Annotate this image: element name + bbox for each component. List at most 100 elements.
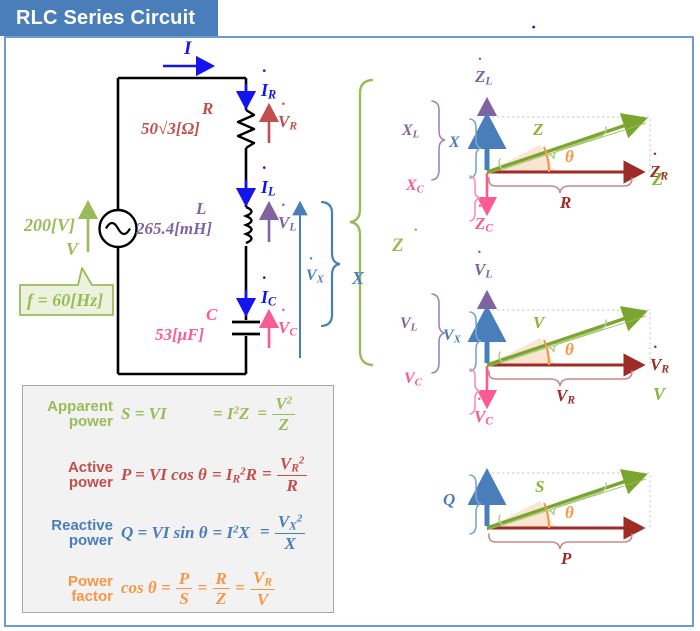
label-current-L-sub: L <box>268 184 276 199</box>
power-Q-label: Q <box>443 490 456 509</box>
formula-mid-active: = IR2R <box>212 465 257 486</box>
voltage-VC-symbol: V <box>474 407 485 426</box>
formula-pf-frac3: VR V <box>250 568 276 610</box>
voltage-VR-brace-label: VR <box>556 386 575 407</box>
power-S-label: S <box>535 477 545 496</box>
voltage-VL-brace-symbol: V <box>400 315 411 332</box>
label-voltage-R-sub: R <box>289 119 298 133</box>
formula-panel: Apparent power S = VI = I2Z = V2 Z Activ… <box>22 385 334 613</box>
label-current-C-sub: C <box>268 294 277 309</box>
voltage-resultant-label: V <box>653 384 700 405</box>
formula-pf-frac2: R Z <box>212 569 230 610</box>
label-resistor-value: 50√3[Ω] <box>141 119 200 138</box>
impedance-XC-symbol: X <box>406 177 417 194</box>
formula-tag-active-line2: power <box>68 474 113 492</box>
label-voltage-L: VL <box>278 213 296 234</box>
impedance-X-brace-label: X <box>449 134 460 151</box>
voltage-VX-brace-symbol: V <box>443 327 454 344</box>
formula-frac-apparent: = V2 Z <box>257 394 296 435</box>
label-frequency: f = 60[Hz] <box>27 290 104 310</box>
formula-mid-active-sub: R <box>232 472 241 486</box>
label-source-symbol: V <box>66 239 700 260</box>
formula-frac-reactive: = VX2 X <box>260 512 306 554</box>
impedance-axis-down-label: ZC <box>475 214 493 235</box>
label-voltage-L-sub: L <box>289 220 297 234</box>
label-voltage-C-symbol: V <box>278 318 289 337</box>
label-inductor-value: 265.4[mH] <box>136 219 213 238</box>
formula-frac-active-den: R <box>286 475 298 495</box>
impedance-phasor-diagram <box>431 96 651 222</box>
voltage-VR-brace-sub: R <box>567 393 576 407</box>
formula-tag-apparent-line2: power <box>68 413 113 431</box>
impedance-theta-label: θ <box>565 147 574 166</box>
formula-frac-apparent-den: Z <box>278 414 289 434</box>
formula-mid-active-text: = I <box>211 464 233 484</box>
voltage-VL-brace-sub: L <box>410 321 418 334</box>
formula-pf-eq2: = <box>235 578 245 598</box>
power-P-label: P <box>561 549 572 568</box>
formula-row-active: Active power P = VI cos θ = IR2R = VR2 R <box>29 454 308 496</box>
label-x-brace: X <box>352 268 365 288</box>
formula-frac-reactive-num: VX2 <box>274 512 306 534</box>
formula-tag-reactive: Reactive power <box>29 518 113 549</box>
label-resistor-name: R <box>202 99 214 118</box>
impedance-axis-up-label: ZL <box>475 67 492 88</box>
label-current-C-symbol: I <box>261 287 268 307</box>
voltage-VC-sub: C <box>485 414 494 428</box>
formula-pf-frac3-num: VR <box>250 568 276 590</box>
voltage-VC-brace-sub: C <box>414 376 422 389</box>
impedance-XL-brace-label: XL <box>402 122 419 140</box>
formula-mid-apparent-text: = I <box>213 404 234 424</box>
formula-frac-apparent-body: V2 Z <box>272 394 296 435</box>
formula-mid-active-tail: R <box>245 464 257 484</box>
label-inductor-name: L <box>196 199 207 218</box>
voltage-VR-symbol: V <box>650 355 661 374</box>
label-voltage-R: VR <box>278 112 297 133</box>
formula-frac-active: = VR2 R <box>262 454 308 496</box>
formula-frac-reactive-den: X <box>284 533 296 553</box>
label-capacitor-name: C <box>206 305 218 324</box>
voltage-axis-down-label: VC <box>474 407 493 428</box>
formula-frac-active-eq: = <box>261 464 272 484</box>
label-current-L: IL <box>261 177 276 200</box>
voltage-magnitude-label: V <box>533 313 545 332</box>
formula-tag-power-factor: Power factor <box>29 574 113 605</box>
label-capacitor-value: 53[μF] <box>155 325 205 344</box>
formula-row-apparent: Apparent power S = VI = I2Z = V2 Z <box>29 394 296 435</box>
formula-tag-active: Active power <box>29 460 113 491</box>
label-current-L-symbol: I <box>261 177 268 197</box>
impedance-ZL-sub: L <box>485 74 493 88</box>
formula-frac-apparent-num: V2 <box>272 394 296 415</box>
formula-pf-expression: cos θ = P S = R Z = VR V <box>121 568 276 610</box>
impedance-resultant-label: Z <box>652 169 700 190</box>
voltage-axis-right-label: VR <box>650 355 669 376</box>
power-theta-label: θ <box>565 503 574 522</box>
diagram-root: RLC Series Circuit I ˙ I ˙R I ˙L I ˙C R … <box>0 0 700 631</box>
formula-lhs-apparent: S = VI <box>121 404 167 424</box>
formula-frac-active-num: VR2 <box>276 454 308 476</box>
voltage-theta-label: θ <box>565 340 574 359</box>
impedance-XC-brace-label: XC <box>406 177 424 195</box>
impedance-XL-symbol: X <box>402 122 413 139</box>
formula-tag-apparent: Apparent power <box>29 399 113 430</box>
impedance-XC-sub: C <box>416 183 424 196</box>
power-triangle-diagram <box>467 467 651 550</box>
voltage-VL-symbol: V <box>474 260 485 279</box>
formula-tag-reactive-line2: power <box>68 532 113 550</box>
impedance-ZC-sub: C <box>485 221 494 235</box>
formula-frac-active-body: VR2 R <box>276 454 308 496</box>
voltage-phasor-diagram <box>431 289 651 415</box>
voltage-axis-up-label: VL <box>474 260 492 281</box>
formula-mid-apparent-tail: Z <box>239 404 250 424</box>
label-current-R-symbol: I <box>261 80 268 100</box>
label-voltage-L-symbol: V <box>278 213 289 232</box>
formula-frac-apparent-eq: = <box>257 403 268 423</box>
formula-tag-pf-line2: factor <box>71 588 113 606</box>
label-current-C: IC <box>261 287 276 310</box>
label-total-current: I <box>184 38 700 60</box>
impedance-XL-sub: L <box>412 128 420 141</box>
impedance-ZC-symbol: Z <box>475 214 485 233</box>
voltage-VC-brace-label: VC <box>404 370 422 388</box>
label-vx-sub: X <box>316 273 324 286</box>
label-vx-symbol: V <box>306 267 317 284</box>
